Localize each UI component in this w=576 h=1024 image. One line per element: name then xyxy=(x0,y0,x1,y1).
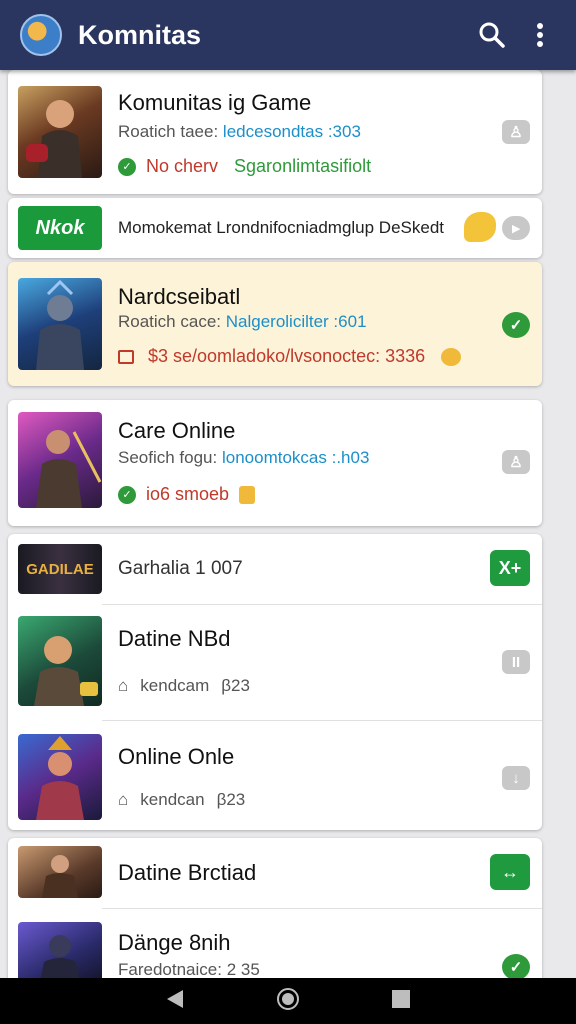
meta-text: kendcan xyxy=(140,790,205,809)
game-thumbnail xyxy=(18,734,102,820)
status-row: ✓ No cherv Sgaronlimtasifiolt xyxy=(118,156,371,177)
shadow-knight-art-icon xyxy=(40,935,80,978)
game-thumbnail xyxy=(18,846,102,898)
add-button[interactable]: X+ xyxy=(490,550,530,586)
subtitle-link[interactable]: lonoomtokcas :.h03 xyxy=(222,448,369,467)
game-logo-thumbnail: GADILAE xyxy=(18,544,102,594)
card-action-button[interactable]: ♙ xyxy=(502,450,530,474)
open-button[interactable]: ↔ xyxy=(490,854,530,890)
download-button[interactable]: ↓ xyxy=(502,766,530,790)
home-button[interactable] xyxy=(276,987,300,1016)
home-icon xyxy=(276,987,299,1010)
subtitle-link[interactable]: Nalgerolicilter :601 xyxy=(226,312,367,331)
game-list-card: Datine Brctiad ↔ Dänge 8nih Faredotnaice… xyxy=(8,838,542,978)
warrior-art-icon xyxy=(26,100,82,178)
divider xyxy=(102,908,542,909)
list-item-title: Dänge 8nih xyxy=(118,930,231,955)
pause-button[interactable]: II xyxy=(502,650,530,674)
meta-count: β23 xyxy=(221,676,250,695)
content-scroll[interactable]: Komunitas ig Game Roatich taee: ledceson… xyxy=(0,70,576,978)
subtitle-link[interactable]: ledcesondtas :303 xyxy=(223,122,361,141)
subtitle-label: Roatich taee: xyxy=(118,122,219,141)
knight-art-icon xyxy=(36,279,84,370)
warrior-art-icon xyxy=(42,855,78,898)
status-left: No cherv xyxy=(146,156,219,176)
coin-icon xyxy=(464,212,496,242)
card-subtitle: Roatich taee: ledcesondtas :303 xyxy=(118,122,361,142)
list-item-title: Datine NBd xyxy=(118,626,231,651)
recents-icon xyxy=(391,989,410,1008)
lock-icon xyxy=(239,485,256,504)
list-item-subtitle: Faredotnaice: 2 35 xyxy=(118,960,260,978)
lock-outline-icon: ⌂ xyxy=(118,790,129,809)
card-subtitle: Roatich cace: Nalgerolicilter :601 xyxy=(118,312,367,332)
game-thumbnail xyxy=(18,86,102,178)
banner-action-button[interactable]: ▸ xyxy=(502,216,530,240)
pause-icon: II xyxy=(511,653,521,671)
status-text: io6 smoeb xyxy=(146,484,230,504)
divider xyxy=(102,720,542,721)
check-icon: ✓ xyxy=(509,959,523,976)
user-icon: ♙ xyxy=(509,454,523,471)
card-title: Komunitas ig Game xyxy=(118,90,312,115)
search-button[interactable] xyxy=(472,15,512,55)
app-title: Komnitas xyxy=(78,19,202,50)
recents-button[interactable] xyxy=(391,989,411,1014)
status-check-icon: ✓ xyxy=(118,157,136,176)
back-button[interactable] xyxy=(165,988,185,1015)
game-thumbnail xyxy=(18,616,102,706)
status-check-icon: ✓ xyxy=(118,485,136,504)
list-item-title: Datine Brctiad xyxy=(118,860,257,885)
community-card[interactable]: Komunitas ig Game Roatich taee: ledceson… xyxy=(8,70,542,194)
list-item-meta: ⌂ kendcan β23 xyxy=(118,790,245,810)
price-text: $3 se/oomladoko/lvsonoctec: 3336 xyxy=(148,346,426,366)
list-item-title: Online Onle xyxy=(118,744,235,769)
banner-logo: Nkok xyxy=(18,206,102,250)
banner-card[interactable]: Nkok Momokemat Lrondnifocniadmglup DeSke… xyxy=(8,198,542,258)
card-status-button[interactable]: ✓ xyxy=(502,312,530,338)
divider xyxy=(102,604,542,605)
coin-icon xyxy=(441,347,462,366)
list-item-title: Garhalia 1 007 xyxy=(118,558,243,579)
wallet-icon xyxy=(118,349,134,364)
download-icon: ↓ xyxy=(512,769,520,787)
mage-art-icon xyxy=(36,736,84,820)
user-icon: ♙ xyxy=(509,124,523,141)
community-card-highlighted[interactable]: Nardcseibatl Roatich cace: Nalgerolicilt… xyxy=(8,262,542,386)
status-button[interactable]: ✓ xyxy=(502,954,530,978)
card-subtitle: Seofich fogu: lonoomtokcas :.h03 xyxy=(118,448,369,468)
card-action-button[interactable]: ♙ xyxy=(502,120,530,144)
meta-text: kendcam xyxy=(140,676,210,695)
back-icon xyxy=(167,989,184,1008)
more-options-button[interactable] xyxy=(520,15,560,55)
game-thumbnail xyxy=(18,278,102,370)
game-thumbnail xyxy=(18,922,102,978)
card-title: Nardcseibatl xyxy=(118,284,241,309)
banner-text: Momokemat Lrondnifocniadmglup DeSkedt xyxy=(118,218,445,237)
arrow-icon: ↔ xyxy=(501,861,519,882)
hero-art-icon xyxy=(34,636,98,706)
list-item-meta: ⌂ kendcam β23 xyxy=(118,676,250,696)
community-card[interactable]: Care Online Seofich fogu: lonoomtokcas :… xyxy=(8,400,542,526)
subtitle-label: Faredotnaice: xyxy=(118,960,222,978)
check-icon: ✓ xyxy=(509,317,523,334)
meta-count: β23 xyxy=(216,790,246,809)
app-bar: Komnitas xyxy=(0,0,576,70)
price-row: $3 se/oomladoko/lvsonoctec: 3336 xyxy=(118,346,462,367)
subtitle-count: 2 35 xyxy=(226,960,260,978)
app-logo xyxy=(20,14,62,56)
card-title: Care Online xyxy=(118,418,236,443)
system-nav-bar xyxy=(0,978,576,1024)
search-icon xyxy=(479,22,505,48)
game-list-card: GADILAE Garhalia 1 007 X+ Datine NBd ⌂ k… xyxy=(8,534,542,830)
more-vert-icon xyxy=(537,23,543,47)
ranger-art-icon xyxy=(36,430,102,508)
game-thumbnail xyxy=(18,412,102,508)
status-right: Sgaronlimtasifiolt xyxy=(234,156,372,176)
play-icon: ▸ xyxy=(512,220,520,237)
lock-outline-icon: ⌂ xyxy=(118,676,129,695)
subtitle-label: Seofich fogu: xyxy=(118,448,218,467)
subtitle-label: Roatich cace: xyxy=(118,312,221,331)
status-row: ✓ io6 smoeb xyxy=(118,484,256,505)
